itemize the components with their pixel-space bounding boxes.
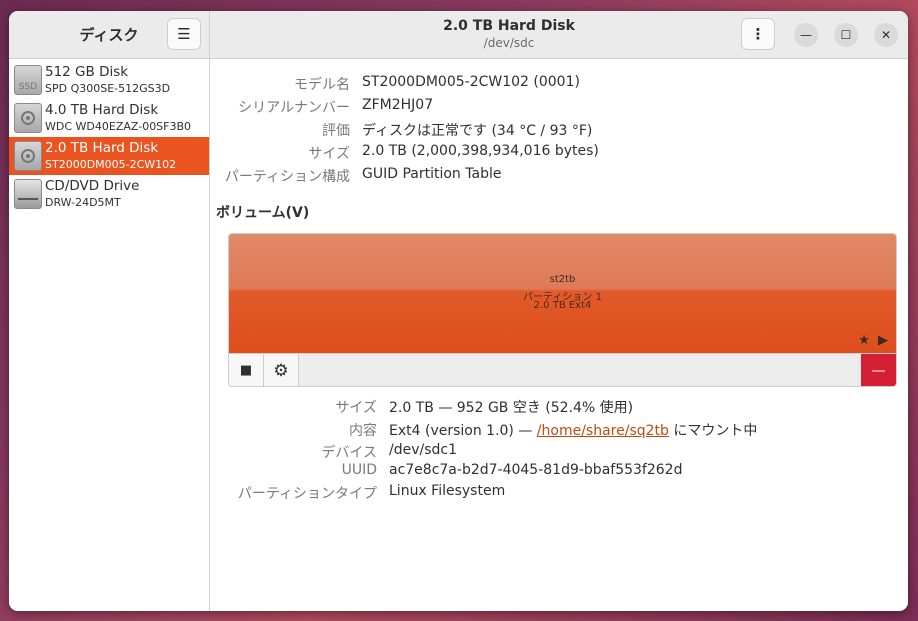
drive-model: WDC WD40EZAZ-00SF3B0 [45, 120, 192, 133]
minimize-button[interactable]: — [794, 23, 818, 47]
drive-item-optical[interactable]: CD/DVD Drive DRW-24D5MT [9, 175, 209, 213]
sidebar-header: ディスク ☰ [9, 11, 210, 58]
vol-ptype-label: パーティションタイプ [237, 486, 377, 502]
mount-point-link[interactable]: /home/share/sq2tb [537, 423, 669, 439]
drive-name: 4.0 TB Hard Disk [45, 102, 159, 118]
ssd-icon: SSD [14, 65, 42, 95]
partitioning-value: GUID Partition Table [362, 166, 502, 182]
assessment-label: 評価 [322, 123, 350, 139]
drive-menu-button[interactable]: ⋮ [741, 18, 775, 50]
close-button[interactable]: ✕ [874, 23, 898, 47]
drive-name: 512 GB Disk [45, 64, 129, 80]
partition-settings-button[interactable]: ⚙ [264, 354, 299, 386]
vol-device-label: デバイス [321, 445, 377, 461]
unmount-button[interactable]: ■ [229, 354, 264, 386]
serial-value: ZFM2HJ07 [362, 97, 434, 113]
hard-disk-icon [14, 141, 42, 171]
partition-name: st2tb [549, 274, 576, 285]
model-label: モデル名 [294, 77, 350, 93]
hamburger-icon: ☰ [177, 25, 191, 43]
minimize-icon: — [800, 28, 812, 42]
volume-map: st2tb パーティション 1 2.0 TB Ext4 ★ ▶ ■ ⚙ — [228, 233, 897, 387]
disks-window: ディスク ☰ 2.0 TB Hard Disk /dev/sdc ⋮ — ☐ ✕… [9, 11, 908, 611]
delete-partition-button[interactable]: — [861, 354, 896, 386]
main-menu-button[interactable]: ☰ [167, 18, 201, 50]
drive-list: SSD 512 GB Disk SPD Q300SE-512GS3D 4.0 T… [9, 59, 210, 611]
drive-item-4tb[interactable]: 4.0 TB Hard Disk WDC WD40EZAZ-00SF3B0 [9, 99, 209, 137]
vol-uuid-value: ac7e8c7a-b2d7-4045-81d9-bbaf553f262d [389, 462, 683, 478]
maximize-icon: ☐ [840, 28, 852, 42]
header-bar: ディスク ☰ 2.0 TB Hard Disk /dev/sdc ⋮ — ☐ ✕ [9, 11, 908, 59]
drive-model: DRW-24D5MT [45, 196, 121, 209]
minus-icon: — [871, 362, 886, 379]
disk-details: モデル名 ST2000DM005-2CW102 (0001) シリアルナンバー … [210, 59, 908, 611]
serial-label: シリアルナンバー [238, 100, 350, 116]
drive-name: 2.0 TB Hard Disk [45, 140, 159, 156]
drive-item-2tb[interactable]: 2.0 TB Hard Disk ST2000DM005-2CW102 [9, 137, 209, 175]
close-icon: ✕ [880, 28, 892, 42]
drive-model: ST2000DM005-2CW102 [45, 158, 177, 171]
volume-toolbar: ■ ⚙ — [229, 353, 896, 386]
maximize-button[interactable]: ☐ [834, 23, 858, 47]
partition-fs: 2.0 TB Ext4 [533, 300, 592, 311]
drive-item-512gb[interactable]: SSD 512 GB Disk SPD Q300SE-512GS3D [9, 61, 209, 99]
hard-disk-icon [14, 103, 42, 133]
contents-suffix: にマウント中 [668, 423, 758, 439]
size-value: 2.0 TB (2,000,398,934,016 bytes) [362, 143, 599, 159]
vol-contents-value: Ext4 (version 1.0) — /home/share/sq2tb に… [389, 420, 757, 440]
drive-name: CD/DVD Drive [45, 178, 140, 194]
stop-icon: ■ [239, 363, 253, 378]
gear-icon: ⚙ [273, 360, 289, 381]
drive-model: SPD Q300SE-512GS3D [45, 82, 171, 95]
contents-prefix: Ext4 (version 1.0) — [389, 423, 537, 439]
model-value: ST2000DM005-2CW102 (0001) [362, 74, 580, 90]
size-label: サイズ [308, 146, 350, 162]
partitioning-label: パーティション構成 [224, 169, 350, 185]
vol-ptype-value: Linux Filesystem [389, 483, 506, 499]
vol-uuid-label: UUID [341, 462, 377, 478]
window-subtitle: /dev/sdc [483, 36, 535, 50]
window-title: 2.0 TB Hard Disk [443, 18, 575, 34]
vol-contents-label: 内容 [349, 423, 377, 439]
vol-size-label: サイズ [335, 400, 377, 416]
mounted-star-play-icon: ★ ▶ [858, 333, 890, 348]
vol-size-value: 2.0 TB — 952 GB 空き (52.4% 使用) [389, 400, 634, 416]
volumes-heading: ボリューム(V) [216, 205, 310, 221]
vol-device-value: /dev/sdc1 [389, 442, 458, 458]
optical-drive-icon [14, 179, 42, 209]
partition-block[interactable]: st2tb パーティション 1 2.0 TB Ext4 ★ ▶ [229, 234, 896, 353]
kebab-menu-icon: ⋮ [750, 25, 766, 43]
assessment-value[interactable]: ディスクは正常です (34 °C / 93 °F) [362, 120, 592, 140]
